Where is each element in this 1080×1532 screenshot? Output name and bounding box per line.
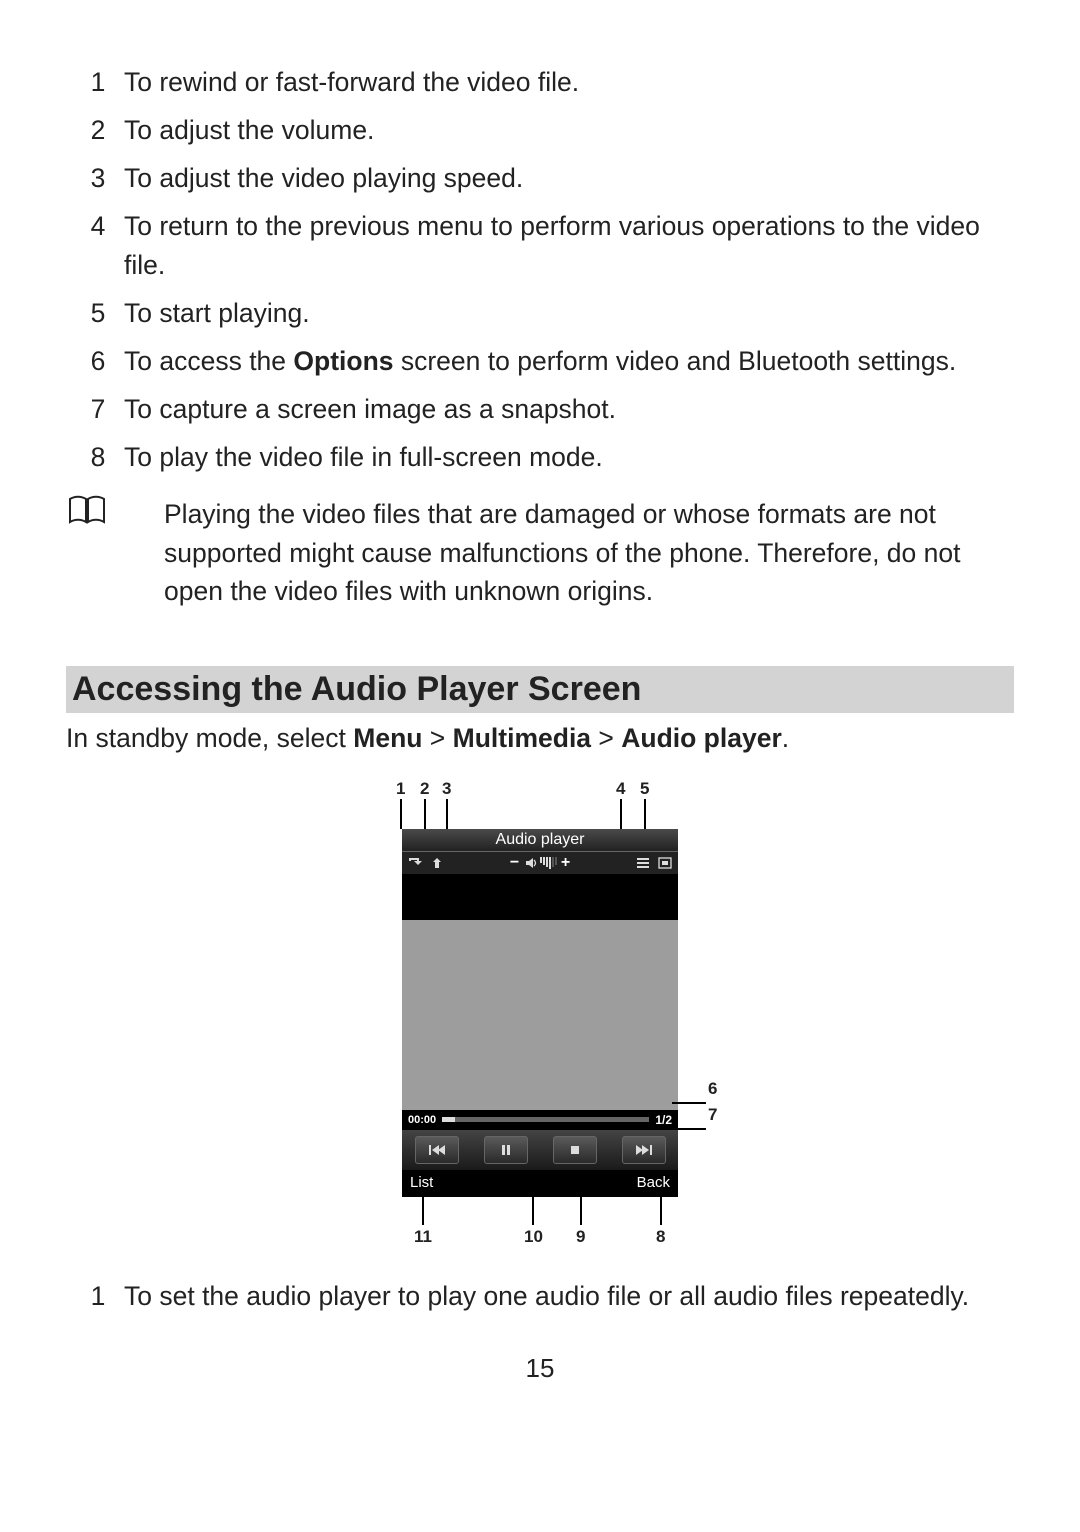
phone-black-band [402,874,678,920]
list-item: 7To capture a screen image as a snapshot… [66,385,1014,433]
item-number: 3 [66,154,124,202]
phone-softkey-row: List Back [402,1170,678,1197]
settings-icon [656,854,674,872]
book-icon [66,495,164,609]
callout-9: 9 [576,1227,585,1247]
list-item: 4To return to the previous menu to perfo… [66,202,1014,288]
item-text: To access the Options screen to perform … [124,337,1014,385]
phone-control-row [402,1130,678,1170]
callout-bottom-labels: 11 10 9 8 [402,1227,678,1255]
item-text: To set the audio player to play one audi… [124,1273,1014,1319]
volume-control: − + [450,854,630,872]
item-number: 1 [66,1273,124,1319]
page-number: 15 [66,1353,1014,1384]
note-text: Playing the video files that are damaged… [164,495,1014,609]
phone-mockup: Audio player − [402,829,678,1197]
audio-control-list: 1To set the audio player to play one aud… [66,1273,1014,1319]
list-item: 1To rewind or fast-forward the video fil… [66,58,1014,106]
phone-icon-bar: − + [402,852,678,874]
callout-bottom-lines [402,1197,678,1227]
callout-6: 6 [708,1079,717,1099]
phone-album-area [402,920,678,1110]
item-number: 4 [66,202,124,288]
phone-title-bar: Audio player [402,829,678,852]
callout-4: 4 [616,779,625,799]
list-icon [634,854,652,872]
pause-button [484,1136,528,1164]
softkey-right: Back [637,1174,670,1191]
item-number: 7 [66,385,124,433]
document-page: 1To rewind or fast-forward the video fil… [0,0,1080,1384]
item-number: 2 [66,106,124,154]
repeat-icon [406,854,424,872]
item-number: 1 [66,58,124,106]
callout-5: 5 [640,779,649,799]
volume-minus-icon: − [508,854,522,872]
section-heading: Accessing the Audio Player Screen [66,666,1014,713]
intro-text: In standby mode, select Menu > Multimedi… [66,719,1014,759]
shuffle-icon [428,854,446,872]
callout-2: 2 [420,779,429,799]
intro-menu: Menu [353,723,422,753]
list-item: 1To set the audio player to play one aud… [66,1273,1014,1319]
item-text: To adjust the video playing speed. [124,154,1014,202]
callout-top-lines [360,799,720,829]
item-text: To capture a screen image as a snapshot. [124,385,1014,433]
item-text: To adjust the volume. [124,106,1014,154]
note-block: Playing the video files that are damaged… [66,495,1014,609]
callout-1: 1 [396,779,405,799]
list-item: 3To adjust the video playing speed. [66,154,1014,202]
item-text: To play the video file in full-screen mo… [124,433,1014,481]
intro-audio-player: Audio player [621,723,782,753]
item-text: To rewind or fast-forward the video file… [124,58,1014,106]
callout-8: 8 [656,1227,665,1247]
intro-pre: In standby mode, select [66,723,353,753]
item-text: To return to the previous menu to perfor… [124,202,1014,288]
callout-3: 3 [442,779,451,799]
callout-11: 11 [414,1227,432,1247]
callout-10: 10 [524,1227,543,1247]
intro-multimedia: Multimedia [453,723,591,753]
list-item: 2To adjust the volume. [66,106,1014,154]
list-item: 5To start playing. [66,289,1014,337]
speaker-icon [524,856,538,870]
volume-plus-icon: + [559,854,573,872]
item-number: 6 [66,337,124,385]
item-text: To start playing. [124,289,1014,337]
track-count: 1/2 [655,1113,672,1127]
list-item: 6To access the Options screen to perform… [66,337,1014,385]
phone-figure: 1 2 3 4 5 Audio player [66,765,1014,1255]
time-elapsed: 00:00 [408,1114,436,1126]
list-item: 8To play the video file in full-screen m… [66,433,1014,481]
item-number: 5 [66,289,124,337]
callout-7: 7 [708,1105,717,1125]
next-button [622,1136,666,1164]
stop-button [553,1136,597,1164]
volume-bars [540,857,557,869]
video-control-list: 1To rewind or fast-forward the video fil… [66,58,1014,481]
prev-button [415,1136,459,1164]
item-number: 8 [66,433,124,481]
phone-progress-row: 00:00 1/2 [402,1110,678,1130]
seek-bar [442,1117,649,1122]
callout-top-labels: 1 2 3 4 5 [360,765,720,799]
softkey-left: List [410,1174,433,1191]
